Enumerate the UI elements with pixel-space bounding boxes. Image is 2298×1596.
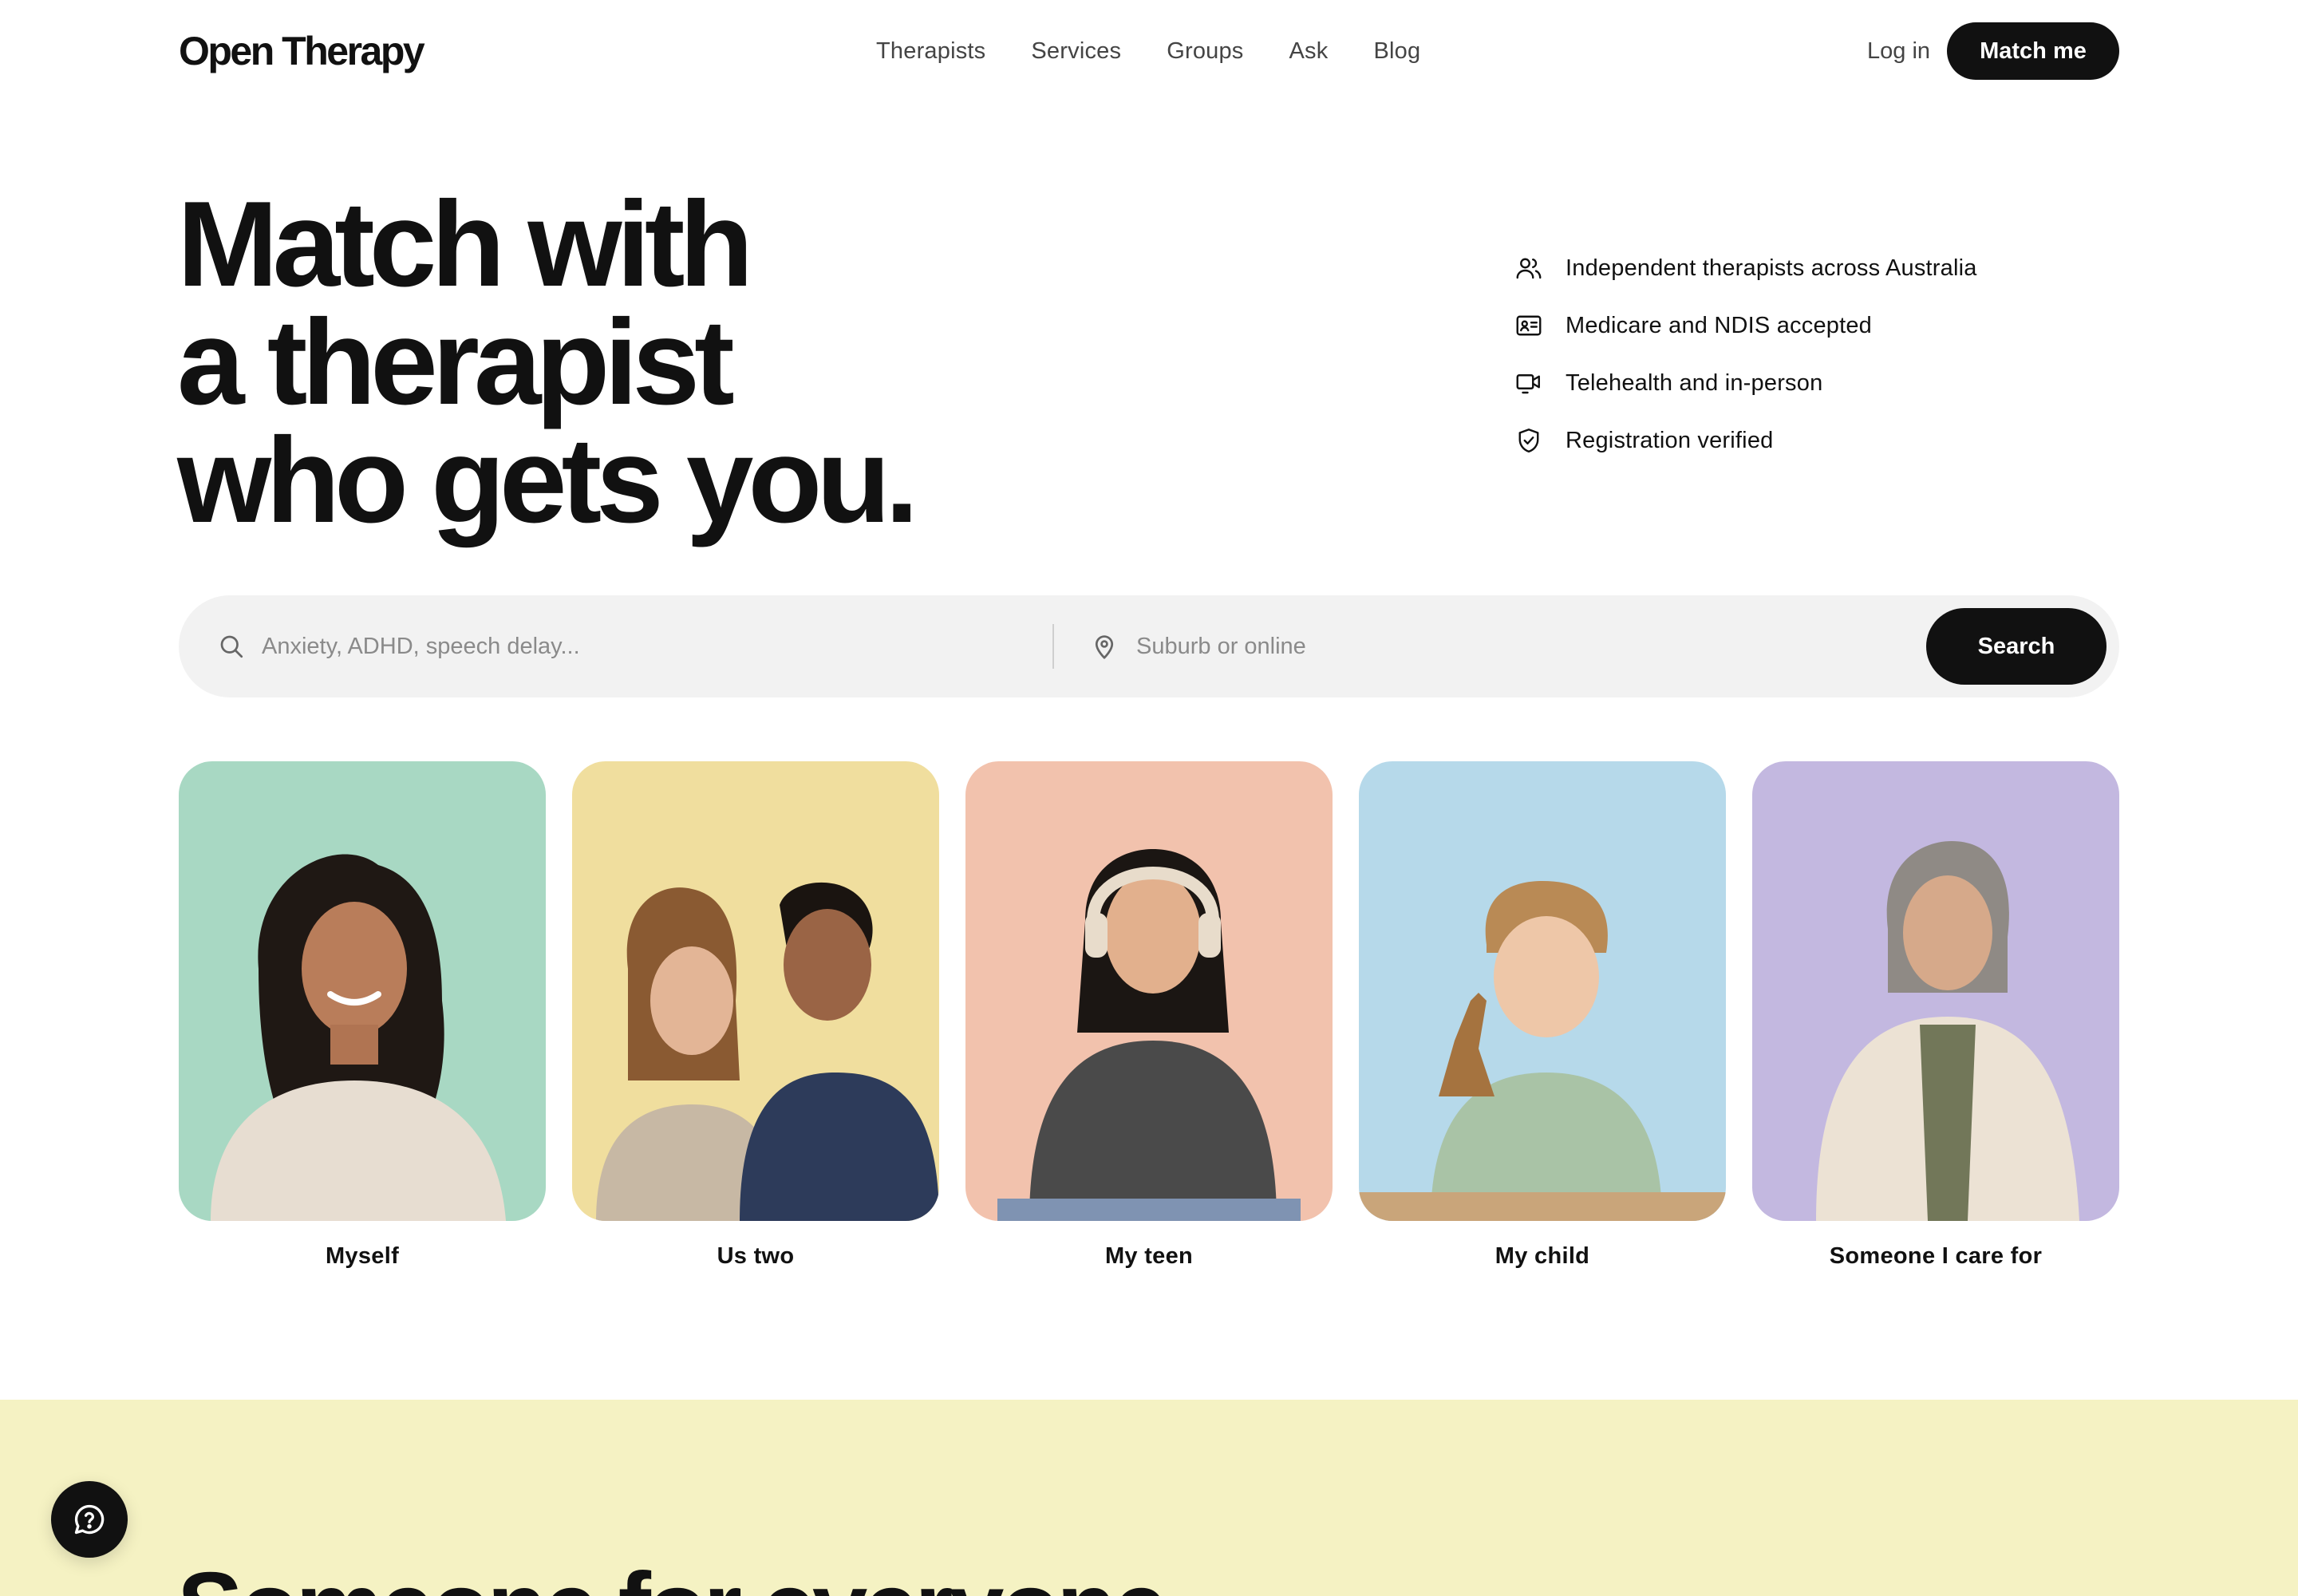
card-photo xyxy=(1752,761,2119,1221)
search-icon xyxy=(220,635,243,658)
feature-text: Telehealth and in-person xyxy=(1566,370,1823,396)
logo[interactable]: Open Therapy xyxy=(179,27,425,75)
main-nav: Therapists Services Groups Ask Blog xyxy=(876,35,1420,67)
nav-blog[interactable]: Blog xyxy=(1373,35,1420,67)
older-woman-portrait-image xyxy=(1752,761,2119,1221)
card-label: My child xyxy=(1494,1243,1590,1269)
card-photo xyxy=(572,761,939,1221)
card-us-two[interactable]: Us two xyxy=(572,761,939,1272)
feature-text: Independent therapists across Australia xyxy=(1566,255,1977,281)
feature-item: Medicare and NDIS accepted xyxy=(1514,310,1977,342)
teen-portrait-image xyxy=(965,761,1333,1221)
nav-therapists[interactable]: Therapists xyxy=(876,35,985,67)
audience-cards: Myself Us two My teen My child Someone I… xyxy=(179,761,2119,1272)
card-photo xyxy=(179,761,546,1221)
search-button[interactable]: Search xyxy=(1926,608,2106,685)
feature-item: Registration verified xyxy=(1514,425,1977,456)
card-label: Us two xyxy=(717,1243,795,1269)
woman-portrait-image xyxy=(179,761,546,1221)
nav-ask[interactable]: Ask xyxy=(1289,35,1329,67)
card-label: Myself xyxy=(325,1243,400,1269)
shield-check-icon xyxy=(1518,429,1539,452)
hero-title-line-3: who gets you. xyxy=(177,413,918,548)
child-portrait-image xyxy=(1359,761,1726,1221)
couple-portrait-image xyxy=(572,761,939,1221)
feature-text: Registration verified xyxy=(1566,428,1774,453)
card-label: My teen xyxy=(1104,1243,1194,1269)
someone-for-everyone-section: Someone for everyone xyxy=(0,1400,2298,1596)
nav-services[interactable]: Services xyxy=(1031,35,1121,67)
feature-item: Independent therapists across Australia xyxy=(1514,252,1977,284)
video-icon xyxy=(1516,374,1540,394)
card-myself[interactable]: Myself xyxy=(179,761,546,1272)
location-pin-icon xyxy=(1095,635,1114,659)
nav-groups[interactable]: Groups xyxy=(1167,35,1243,67)
search-bar: Search xyxy=(179,595,2119,697)
search-divider xyxy=(1052,624,1054,669)
help-chat-icon xyxy=(74,1504,105,1535)
concern-search-input[interactable] xyxy=(262,622,1179,670)
hero-title-line-2: a therapist xyxy=(177,294,735,430)
card-photo xyxy=(1359,761,1726,1221)
card-label: Someone I care for xyxy=(1829,1243,2043,1269)
people-icon xyxy=(1516,258,1542,279)
card-someone-i-care-for[interactable]: Someone I care for xyxy=(1752,761,2119,1272)
card-my-teen[interactable]: My teen xyxy=(965,761,1333,1272)
hero-title-line-1: Match with xyxy=(177,176,753,312)
location-input[interactable] xyxy=(1136,622,1934,670)
site-header: Open Therapy Therapists Services Groups … xyxy=(0,0,2298,102)
feature-text: Medicare and NDIS accepted xyxy=(1566,313,1873,338)
card-photo xyxy=(965,761,1333,1221)
login-link[interactable]: Log in xyxy=(1867,35,1930,67)
feature-list: Independent therapists across Australia … xyxy=(1514,252,1977,482)
section-title: Someone for everyone xyxy=(177,1556,1168,1596)
card-my-child[interactable]: My child xyxy=(1359,761,1726,1272)
hero-title: Match with a therapist who gets you. xyxy=(177,176,1135,548)
feature-item: Telehealth and in-person xyxy=(1514,367,1977,399)
help-button[interactable] xyxy=(51,1481,128,1558)
id-card-icon xyxy=(1516,315,1542,336)
match-me-button[interactable]: Match me xyxy=(1947,22,2119,80)
